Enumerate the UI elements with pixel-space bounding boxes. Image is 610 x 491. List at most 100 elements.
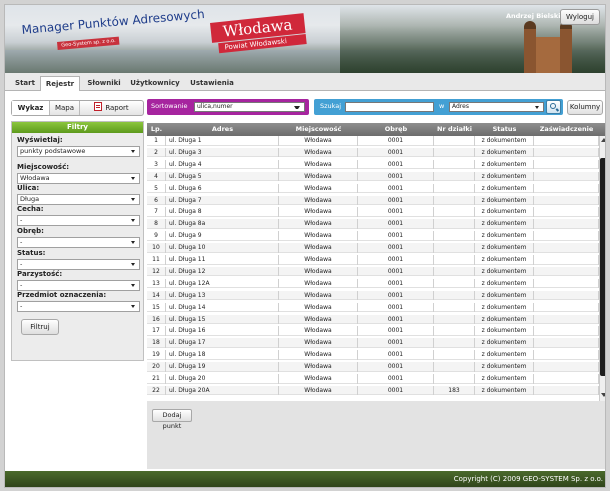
- cell-lp: 8: [147, 219, 166, 229]
- table-row[interactable]: 20 ul. Długa 19 Włodawa 0001 z dokumentem: [147, 362, 599, 372]
- cell-adres: ul. Długa 1: [166, 136, 279, 146]
- cell-zaswiadczenie: [534, 374, 599, 384]
- scrollbar-thumb[interactable]: [600, 158, 605, 376]
- tab-start[interactable]: Start: [11, 76, 39, 91]
- cell-status: z dokumentem: [475, 350, 534, 360]
- table-row[interactable]: 4 ul. Długa 5 Włodawa 0001 z dokumentem: [147, 171, 599, 182]
- cell-adres: ul. Długa 15: [166, 314, 279, 325]
- cell-lp: 10: [147, 243, 166, 253]
- kolumny-button[interactable]: Kolumny: [567, 100, 603, 115]
- tab-ustawienia[interactable]: Ustawienia: [186, 76, 238, 91]
- table-row[interactable]: 12 ul. Długa 12 Włodawa 0001 z dokumentem: [147, 266, 599, 277]
- table-row[interactable]: 14 ul. Długa 13 Włodawa 0001 z dokumentem: [147, 290, 599, 301]
- table-row[interactable]: 15 ul. Długa 14 Włodawa 0001 z dokumentem: [147, 302, 599, 313]
- przedmiot-label: Przedmiot oznaczenia:: [17, 291, 107, 299]
- column-header-adres[interactable]: Adres: [166, 123, 279, 136]
- cell-miejscowosc: Włodawa: [279, 195, 358, 206]
- parzystosc-select[interactable]: -: [17, 280, 140, 291]
- wyswietlaj-select[interactable]: punkty podstawowe: [17, 146, 140, 157]
- table-row[interactable]: 6 ul. Długa 7 Włodawa 0001 z dokumentem: [147, 195, 599, 206]
- table-row[interactable]: 21 ul. Długa 20 Włodawa 0001 z dokumentem: [147, 374, 599, 384]
- table-row[interactable]: 19 ul. Długa 18 Włodawa 0001 z dokumentem: [147, 350, 599, 360]
- cell-zaswiadczenie: [534, 147, 599, 158]
- table-row[interactable]: 5 ul. Długa 6 Włodawa 0001 z dokumentem: [147, 183, 599, 194]
- cell-adres: ul. Długa 16: [166, 326, 279, 336]
- cell-obreb: 0001: [358, 183, 434, 194]
- cecha-select[interactable]: -: [17, 215, 140, 226]
- cell-nr-dzialki: [434, 243, 475, 253]
- cell-adres: ul. Długa 17: [166, 338, 279, 348]
- table-row[interactable]: 8 ul. Długa 8a Włodawa 0001 z dokumentem: [147, 219, 599, 229]
- cell-nr-dzialki: [434, 326, 475, 336]
- search-field-select[interactable]: Adres: [449, 102, 544, 112]
- raport-button[interactable]: Raport: [80, 101, 143, 115]
- cell-lp: 19: [147, 350, 166, 360]
- table-row[interactable]: 13 ul. Długa 12A Włodawa 0001 z dokumentem: [147, 278, 599, 289]
- column-header-status[interactable]: Status: [475, 123, 534, 136]
- cell-status: z dokumentem: [475, 314, 534, 325]
- wykaz-button[interactable]: Wykaz: [12, 101, 50, 115]
- mapa-button[interactable]: Mapa: [50, 101, 80, 115]
- cell-lp: 21: [147, 374, 166, 384]
- add-point-button[interactable]: Dodaj punkt: [152, 409, 192, 430]
- table-row[interactable]: 7 ul. Długa 8 Włodawa 0001 z dokumentem: [147, 207, 599, 217]
- cell-status: z dokumentem: [475, 290, 534, 301]
- column-header-nr-dzialki[interactable]: Nr działki: [434, 123, 475, 136]
- column-header-zaswiadczenie[interactable]: Zaświadczenie: [534, 123, 599, 136]
- sort-select[interactable]: ulica,numer: [194, 102, 305, 112]
- table-row[interactable]: 17 ul. Długa 16 Włodawa 0001 z dokumentem: [147, 326, 599, 336]
- address-table: Lp. Adres Miejscowość Obręb Nr działki S…: [147, 123, 605, 469]
- column-header-miejscowosc[interactable]: Miejscowość: [279, 123, 358, 136]
- table-row[interactable]: 1 ul. Długa 1 Włodawa 0001 z dokumentem: [147, 136, 599, 146]
- scroll-up-arrow[interactable]: [601, 138, 605, 142]
- cell-nr-dzialki: 183: [434, 385, 475, 396]
- cell-adres: ul. Długa 8a: [166, 219, 279, 229]
- table-row[interactable]: 9 ul. Długa 9 Włodawa 0001 z dokumentem: [147, 231, 599, 241]
- table-row[interactable]: 3 ul. Długa 4 Włodawa 0001 z dokumentem: [147, 159, 599, 170]
- cell-nr-dzialki: [434, 278, 475, 289]
- table-scrollbar[interactable]: [599, 136, 605, 401]
- cell-status: z dokumentem: [475, 255, 534, 265]
- cell-obreb: 0001: [358, 195, 434, 206]
- cell-zaswiadczenie: [534, 266, 599, 277]
- cell-lp: 4: [147, 171, 166, 182]
- logout-button[interactable]: Wyloguj: [560, 9, 600, 25]
- cell-obreb: 0001: [358, 302, 434, 313]
- app-subtitle: Geo-System sp. z o.o.: [57, 36, 120, 50]
- tab-rejestr[interactable]: Rejestr: [40, 76, 80, 92]
- tab-uzytkownicy[interactable]: Użytkownicy: [127, 76, 183, 91]
- przedmiot-select[interactable]: -: [17, 301, 140, 312]
- search-input[interactable]: [345, 102, 434, 112]
- obreb-select[interactable]: -: [17, 237, 140, 248]
- cell-adres: ul. Długa 4: [166, 159, 279, 170]
- cell-zaswiadczenie: [534, 362, 599, 372]
- ulica-select[interactable]: Długa: [17, 194, 140, 205]
- cell-nr-dzialki: [434, 302, 475, 313]
- cell-obreb: 0001: [358, 231, 434, 241]
- cell-obreb: 0001: [358, 385, 434, 396]
- table-row[interactable]: 2 ul. Długa 3 Włodawa 0001 z dokumentem: [147, 147, 599, 158]
- cell-status: z dokumentem: [475, 326, 534, 336]
- column-header-lp[interactable]: Lp.: [147, 123, 166, 136]
- table-row[interactable]: 10 ul. Długa 10 Włodawa 0001 z dokumentem: [147, 243, 599, 253]
- scroll-down-arrow[interactable]: [601, 393, 605, 397]
- cell-adres: ul. Długa 5: [166, 171, 279, 182]
- table-row[interactable]: 11 ul. Długa 11 Włodawa 0001 z dokumentem: [147, 255, 599, 265]
- table-row[interactable]: 22 ul. Długa 20A Włodawa 0001 183 z dokumente…: [147, 385, 599, 396]
- cell-nr-dzialki: [434, 171, 475, 182]
- cell-zaswiadczenie: [534, 255, 599, 265]
- table-row[interactable]: 16 ul. Długa 15 Włodawa 0001 z dokumentem: [147, 314, 599, 325]
- cell-status: z dokumentem: [475, 231, 534, 241]
- cell-lp: 1: [147, 136, 166, 146]
- main-content: Wykaz Mapa Raport Filtry Wyświetlaj: pun…: [5, 91, 605, 471]
- view-switcher: Wykaz Mapa Raport: [11, 100, 144, 116]
- cell-lp: 22: [147, 385, 166, 396]
- tab-slowniki[interactable]: Słowniki: [83, 76, 125, 91]
- search-button[interactable]: [546, 100, 561, 114]
- status-select[interactable]: -: [17, 259, 140, 270]
- column-header-obreb[interactable]: Obręb: [358, 123, 434, 136]
- miejscowosc-select[interactable]: Włodawa: [17, 173, 140, 184]
- table-row[interactable]: 18 ul. Długa 17 Włodawa 0001 z dokumentem: [147, 338, 599, 348]
- main-tabs: Start Rejestr Słowniki Użytkownicy Ustaw…: [5, 76, 605, 92]
- filtruj-button[interactable]: Filtruj: [21, 319, 59, 335]
